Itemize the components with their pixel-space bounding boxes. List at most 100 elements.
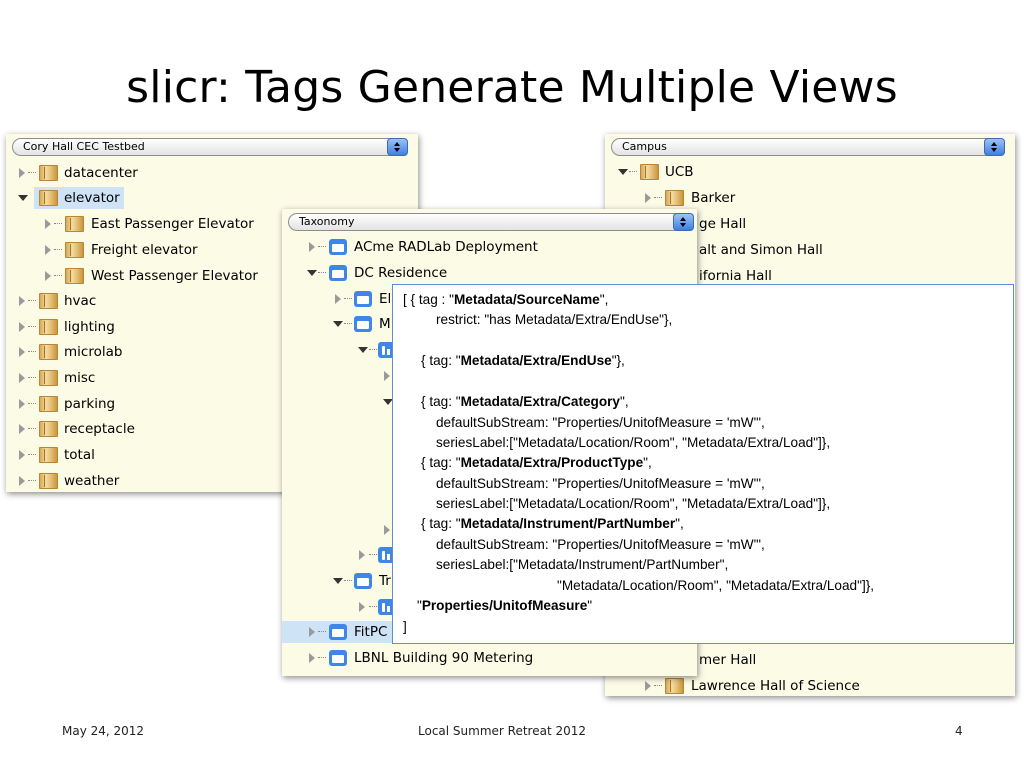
disclosure-triangle-icon[interactable] xyxy=(308,627,318,637)
tree-item-label: M xyxy=(379,316,391,332)
tree-item-dc-residence[interactable]: DC Residence xyxy=(282,262,697,284)
tree-item-ucb[interactable]: UCB xyxy=(605,161,1015,183)
folder-icon xyxy=(329,624,347,640)
disclosure-triangle-icon[interactable] xyxy=(18,450,28,460)
folder-icon xyxy=(354,291,372,307)
selector-stepper-icon[interactable] xyxy=(387,138,408,156)
tree-item-label: DC Residence xyxy=(354,265,448,281)
code-line: { tag: "Metadata/Extra/ProductType", xyxy=(421,455,652,470)
disclosure-triangle-icon[interactable] xyxy=(334,294,344,304)
tree-connector xyxy=(54,223,62,224)
campus-selector[interactable]: Campus xyxy=(611,138,1005,156)
disclosure-triangle-icon[interactable] xyxy=(644,193,654,203)
disclosure-triangle-icon[interactable] xyxy=(44,245,54,255)
tree-item-barker[interactable]: Barker xyxy=(605,187,1015,209)
code-tag: Properties/UnitofMeasure xyxy=(421,598,588,613)
code-text: { tag: " xyxy=(421,394,461,409)
disclosure-triangle-icon[interactable] xyxy=(18,347,28,357)
tree-item-label: alt and Simon Hall xyxy=(699,242,823,258)
code-text: ", xyxy=(620,394,629,409)
folder-icon xyxy=(39,293,58,309)
folder-icon xyxy=(39,344,58,360)
disclosure-triangle-open-icon[interactable] xyxy=(333,576,343,586)
disclosure-triangle-icon[interactable] xyxy=(18,168,28,178)
tree-item-elevator[interactable]: elevator xyxy=(34,187,124,209)
code-line: { tag: "Metadata/Extra/EndUse"}, xyxy=(421,353,625,368)
disclosure-triangle-icon[interactable] xyxy=(308,653,318,663)
tree-connector xyxy=(28,351,36,352)
code-text: [ { tag : " xyxy=(403,292,454,307)
disclosure-triangle-icon[interactable] xyxy=(44,271,54,281)
folder-icon xyxy=(39,396,58,412)
disclosure-triangle-icon[interactable] xyxy=(18,322,28,332)
code-line: seriesLabel:["Metadata/Location/Room", "… xyxy=(436,496,831,511)
folder-icon xyxy=(65,242,84,258)
selector-stepper-icon[interactable] xyxy=(984,138,1005,156)
tree-item-label: East Passenger Elevator xyxy=(91,216,254,232)
code-line: seriesLabel:["Metadata/Instrument/PartNu… xyxy=(436,557,729,572)
folder-icon xyxy=(329,239,347,255)
disclosure-triangle-icon[interactable] xyxy=(18,399,28,409)
tree-connector xyxy=(28,326,36,327)
tree-connector xyxy=(369,554,377,555)
code-line: ] xyxy=(403,619,407,634)
folder-icon xyxy=(39,190,58,206)
tree-item-lawrence-hall-of-science[interactable]: Lawrence Hall of Science xyxy=(605,675,1015,696)
disclosure-triangle-open-icon[interactable] xyxy=(307,268,317,278)
selector-label: Cory Hall CEC Testbed xyxy=(23,140,145,153)
footer-title: Local Summer Retreat 2012 xyxy=(418,724,586,738)
disclosure-triangle-open-icon[interactable] xyxy=(618,167,628,177)
tree-connector xyxy=(318,246,326,247)
disclosure-triangle-icon[interactable] xyxy=(18,296,28,306)
tree-connector xyxy=(318,631,326,632)
taxonomy-selector[interactable]: Taxonomy xyxy=(288,213,694,231)
tree-item-label: Lawrence Hall of Science xyxy=(691,678,860,694)
tree-item-label: El xyxy=(379,291,392,307)
disclosure-triangle-icon[interactable] xyxy=(44,219,54,229)
folder-icon xyxy=(665,678,684,694)
tree-item-label: parking xyxy=(64,396,116,412)
code-line: defaultSubStream: "Properties/UnitofMeas… xyxy=(436,415,765,430)
code-line: restrict: "has Metadata/Extra/EndUse"}, xyxy=(436,312,673,327)
folder-icon xyxy=(329,650,347,666)
disclosure-triangle-icon[interactable] xyxy=(644,681,654,691)
code-text: { tag: " xyxy=(421,353,461,368)
tree-item-label: microlab xyxy=(64,344,123,360)
tree-item-label: hvac xyxy=(64,293,97,309)
tree-connector xyxy=(28,377,36,378)
tree-connector xyxy=(28,403,36,404)
code-text: ", xyxy=(599,292,609,307)
code-text: { tag: " xyxy=(421,455,461,470)
tree-item-label: elevator xyxy=(64,190,120,206)
tree-item-acme-radlab-deployment[interactable]: ACme RADLab Deployment xyxy=(282,236,697,258)
cory-hall-selector[interactable]: Cory Hall CEC Testbed xyxy=(12,138,408,156)
tree-item-label: Freight elevator xyxy=(91,242,198,258)
folder-icon xyxy=(39,165,58,181)
tree-item-datacenter[interactable]: datacenter xyxy=(6,162,418,184)
disclosure-triangle-icon[interactable] xyxy=(18,373,28,383)
selector-stepper-icon[interactable] xyxy=(673,213,694,231)
folder-icon xyxy=(39,370,58,386)
tree-connector xyxy=(28,300,36,301)
folder-icon xyxy=(354,573,372,589)
disclosure-triangle-icon[interactable] xyxy=(18,476,28,486)
tree-item-label: datacenter xyxy=(64,165,138,181)
code-line: [ { tag : "Metadata/SourceName", xyxy=(403,292,608,307)
tree-connector xyxy=(54,275,62,276)
tree-item-lbnl-building-90-metering[interactable]: LBNL Building 90 Metering xyxy=(282,647,697,669)
tree-connector xyxy=(344,580,352,581)
disclosure-triangle-open-icon[interactable] xyxy=(18,193,28,203)
folder-icon xyxy=(65,268,84,284)
folder-icon xyxy=(65,216,84,232)
tree-item-label: UCB xyxy=(665,164,694,180)
folder-icon xyxy=(39,473,58,489)
tree-item-label: Tr xyxy=(379,573,391,589)
disclosure-triangle-icon[interactable] xyxy=(308,242,318,252)
disclosure-triangle-icon[interactable] xyxy=(358,550,368,560)
folder-icon xyxy=(665,190,684,206)
disclosure-triangle-open-icon[interactable] xyxy=(333,319,343,329)
disclosure-triangle-icon[interactable] xyxy=(358,602,368,612)
disclosure-triangle-icon[interactable] xyxy=(18,424,28,434)
disclosure-triangle-open-icon[interactable] xyxy=(358,345,368,355)
tree-connector xyxy=(28,480,36,481)
